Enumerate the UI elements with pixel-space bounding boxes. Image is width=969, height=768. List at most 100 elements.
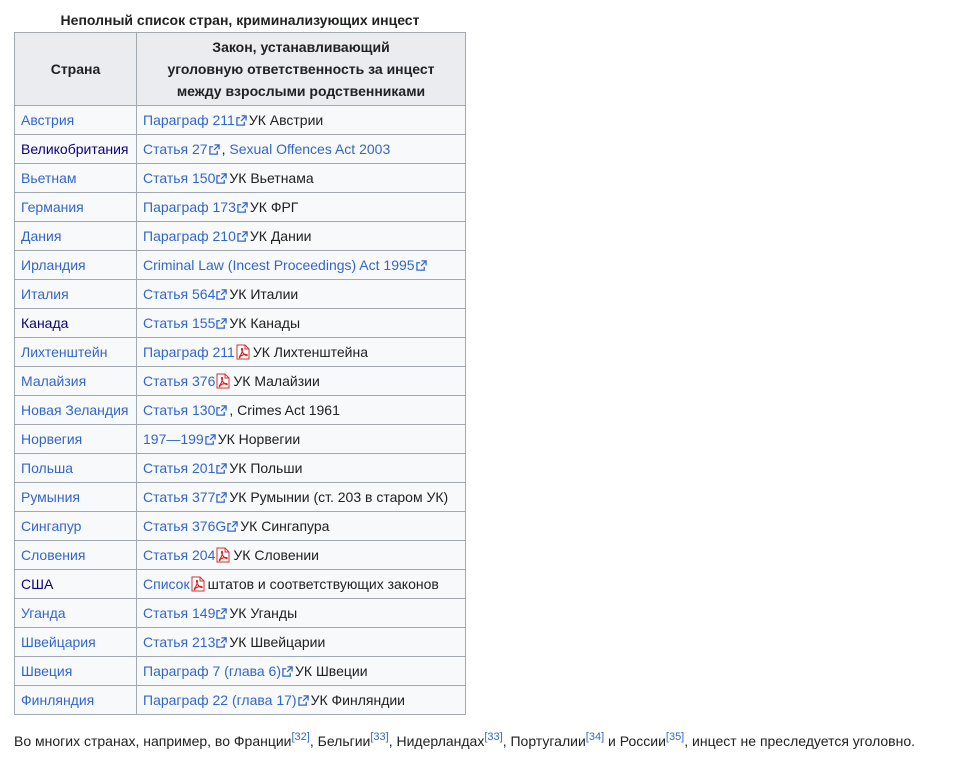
- country-link[interactable]: Германия: [21, 199, 84, 215]
- law-link[interactable]: Список: [143, 576, 190, 592]
- law-link[interactable]: Параграф 22 (глава 17): [143, 692, 297, 708]
- law-cell: Статья 155 УК Канады: [136, 308, 466, 338]
- pdf-icon: [236, 344, 250, 360]
- header-law[interactable]: Закон, устанавливающий уголовную ответст…: [136, 32, 466, 106]
- header-law-line1: Закон, устанавливающий: [212, 39, 390, 55]
- country-link[interactable]: Швеция: [21, 663, 72, 679]
- table-caption: Неполный список стран, криминализующих и…: [60, 12, 420, 28]
- footer-text-3: , Нидерландах: [388, 733, 485, 749]
- law-cell: Параграф 22 (глава 17) УК Финляндии: [136, 685, 466, 715]
- country-link[interactable]: Швейцария: [21, 634, 96, 650]
- country-link[interactable]: Дания: [21, 228, 61, 244]
- law-link[interactable]: Параграф 211: [143, 112, 235, 128]
- law-cell: Список штатов и соответствующих законов: [136, 569, 466, 599]
- law-description: УК Польши: [229, 460, 303, 476]
- law-link[interactable]: 197—199: [143, 431, 204, 447]
- law-link[interactable]: Статья 27: [143, 141, 208, 157]
- country-cell: Сингапур: [14, 511, 137, 541]
- country-cell: Канада: [14, 308, 137, 338]
- law-description: штатов и соответствующих законов: [207, 576, 439, 592]
- external-link-icon: [216, 403, 228, 416]
- country-link[interactable]: Уганда: [21, 605, 66, 621]
- law-cell: Статья 376 УК Малайзии: [136, 366, 466, 396]
- country-cell: Румыния: [14, 482, 137, 512]
- law-link[interactable]: Параграф 173: [143, 199, 236, 215]
- pdf-icon: [216, 547, 230, 563]
- law-link[interactable]: Статья 130: [143, 402, 215, 418]
- reference-link-34[interactable]: [34]: [586, 731, 604, 743]
- law-link[interactable]: Статья 376: [143, 373, 215, 389]
- law-cell: Статья 204 УК Словении: [136, 540, 466, 570]
- law-cell: Статья 27, Sexual Offences Act 2003: [136, 134, 466, 164]
- table-row: Румыния Статья 377 УК Румынии (ст. 203 в с…: [14, 482, 466, 512]
- country-link[interactable]: Польша: [21, 460, 73, 476]
- table-row: Уганда Статья 149 УК Уганды: [14, 598, 466, 628]
- law-link-secondary[interactable]: Sexual Offences Act 2003: [229, 141, 390, 157]
- country-link[interactable]: Лихтенштейн: [21, 344, 107, 360]
- reference-34: [34]: [586, 731, 604, 743]
- external-link-icon: [216, 606, 228, 619]
- law-cell: Статья 564 УК Италии: [136, 279, 466, 309]
- country-link[interactable]: Румыния: [21, 489, 80, 505]
- law-cell: Статья 377 УК Румынии (ст. 203 в старом У…: [136, 482, 466, 512]
- table-row: Канада Статья 155 УК Канады: [14, 308, 466, 338]
- country-link[interactable]: Великобритания: [21, 141, 129, 157]
- law-link[interactable]: Статья 564: [143, 286, 215, 302]
- law-link[interactable]: Параграф 210: [143, 228, 236, 244]
- law-link[interactable]: Статья 213: [143, 634, 215, 650]
- law-link[interactable]: Статья 204: [143, 547, 215, 563]
- country-link[interactable]: Финляндия: [21, 692, 94, 708]
- country-link[interactable]: Италия: [21, 286, 69, 302]
- law-link[interactable]: Статья 376G: [143, 518, 226, 534]
- law-link[interactable]: Статья 150: [143, 170, 215, 186]
- law-link[interactable]: Статья 149: [143, 605, 215, 621]
- country-cell: Словения: [14, 540, 137, 570]
- table-row: Австрия Параграф 211 УК Австрии: [14, 105, 466, 135]
- header-country[interactable]: Страна: [14, 32, 137, 106]
- country-link[interactable]: Сингапур: [21, 518, 81, 534]
- country-cell: Новая Зеландия: [14, 395, 137, 425]
- country-cell: США: [14, 569, 137, 599]
- law-description: УК Уганды: [229, 605, 298, 621]
- law-link[interactable]: Параграф 7 (глава 6): [143, 663, 281, 679]
- law-link[interactable]: Criminal Law (Incest Proceedings) Act 19…: [143, 257, 415, 273]
- country-cell: Италия: [14, 279, 137, 309]
- footer-text-4: , Португалии: [502, 733, 586, 749]
- law-cell: 197—199 УК Норвегии: [136, 424, 466, 454]
- reference-link-33a[interactable]: [33]: [370, 731, 388, 743]
- law-description: УК Дании: [249, 228, 312, 244]
- country-link[interactable]: Вьетнам: [21, 170, 77, 186]
- country-link[interactable]: Канада: [21, 315, 68, 331]
- law-description: УК Вьетнама: [229, 170, 314, 186]
- reference-link-35[interactable]: [35]: [666, 731, 684, 743]
- external-link-icon: [204, 432, 216, 445]
- law-cell: Статья 376G УК Сингапура: [136, 511, 466, 541]
- law-link[interactable]: Статья 201: [143, 460, 215, 476]
- country-link[interactable]: Ирландия: [21, 257, 86, 273]
- country-link[interactable]: Малайзия: [21, 373, 86, 389]
- external-link-icon: [216, 316, 228, 329]
- external-link-icon: [415, 258, 427, 271]
- law-description: УК ФРГ: [249, 199, 299, 215]
- law-link[interactable]: Статья 377: [143, 489, 215, 505]
- country-link[interactable]: США: [21, 576, 53, 592]
- country-link[interactable]: Словения: [21, 547, 85, 563]
- law-link[interactable]: Статья 155: [143, 315, 215, 331]
- table-row: Словения Статья 204 УК Словении: [14, 540, 466, 570]
- country-cell: Малайзия: [14, 366, 137, 396]
- country-cell: Норвегия: [14, 424, 137, 454]
- country-link[interactable]: Австрия: [21, 112, 74, 128]
- country-link[interactable]: Новая Зеландия: [21, 402, 128, 418]
- reference-link-33b[interactable]: [33]: [484, 731, 502, 743]
- table-row: Финляндия Параграф 22 (глава 17) УК Финлян…: [14, 685, 466, 715]
- external-link-icon: [237, 229, 248, 242]
- external-link-icon: [236, 113, 247, 126]
- law-link[interactable]: Параграф 211: [143, 344, 235, 360]
- law-description: , Crimes Act 1961: [229, 402, 340, 418]
- table-row: Германия Параграф 173 УК ФРГ: [14, 192, 466, 222]
- table-row: Дания Параграф 210 УК Дании: [14, 221, 466, 251]
- external-link-icon: [216, 171, 228, 184]
- country-link[interactable]: Норвегия: [21, 431, 82, 447]
- law-description: УК Швейцарии: [229, 634, 326, 650]
- reference-link-32[interactable]: [32]: [292, 731, 310, 743]
